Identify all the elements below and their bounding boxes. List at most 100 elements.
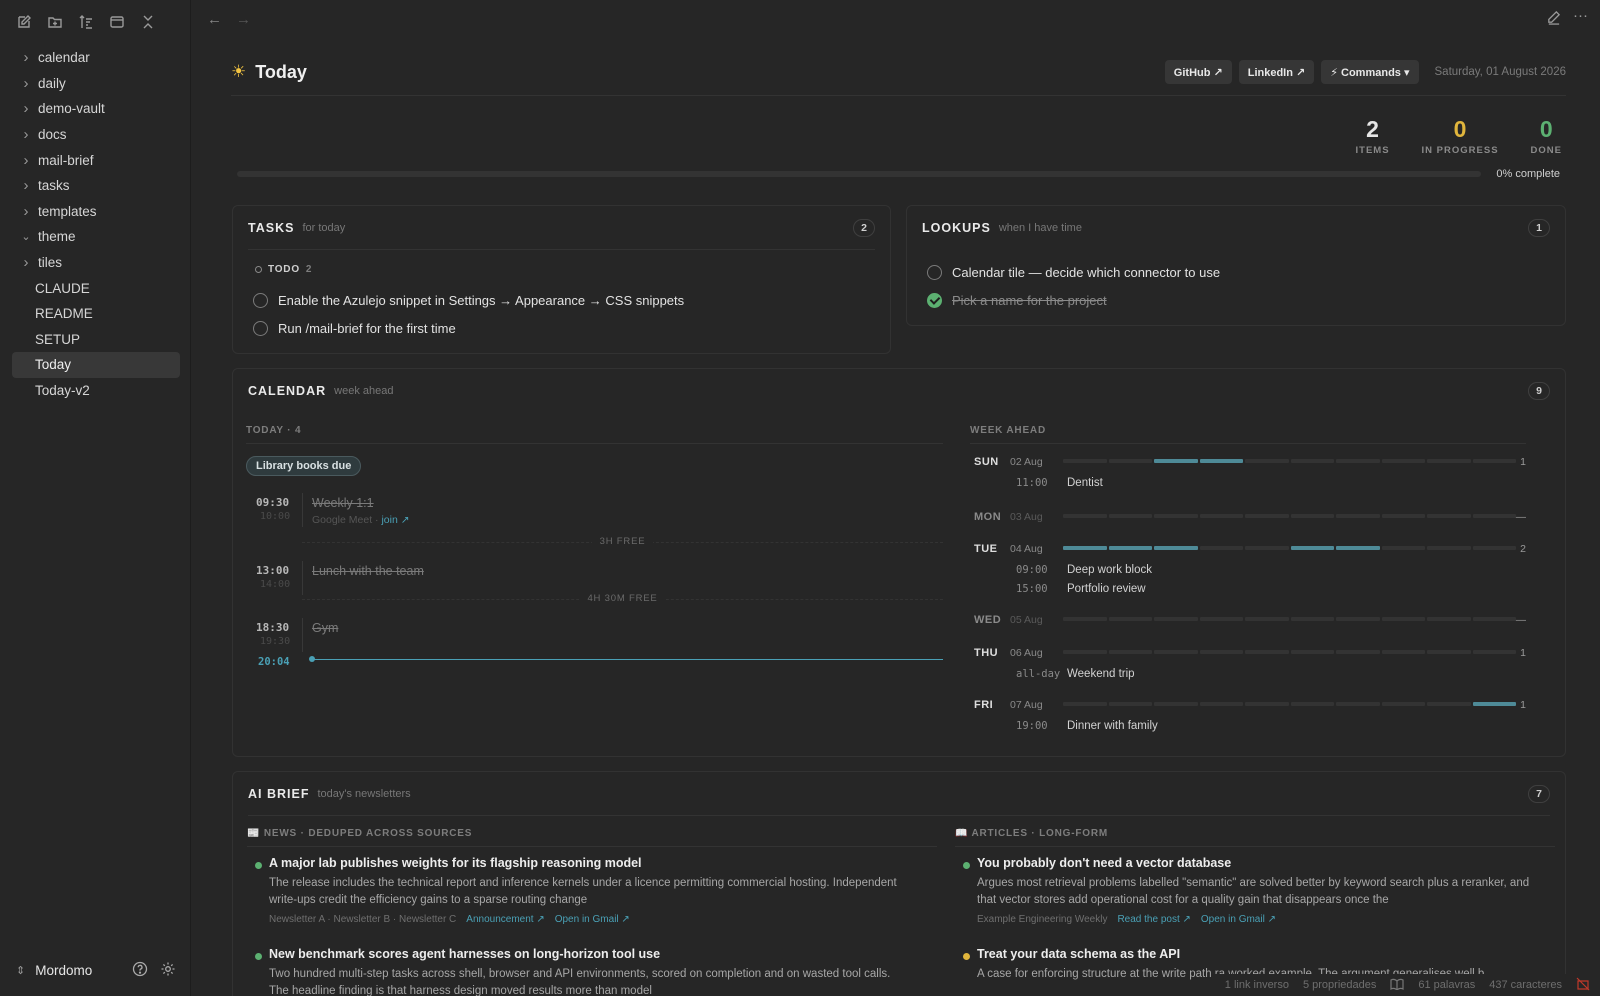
timeline-block [1199, 514, 1243, 518]
card-subtitle: week ahead [334, 385, 394, 397]
todo-circle-icon [255, 266, 262, 273]
articles-label: 📖 ARTICLES · LONG-FORM [955, 828, 1109, 839]
allday-pill[interactable]: Library books due [246, 456, 362, 476]
timeline-block [1108, 617, 1152, 621]
task-item[interactable]: Enable the Azulejo snippet in Settings →… [253, 286, 684, 314]
task-checkbox[interactable] [253, 320, 268, 336]
vault-switcher[interactable]: ⇕ Mordomo [16, 963, 92, 978]
count-badge: 2 [853, 218, 875, 237]
reading-mode-icon[interactable] [1390, 978, 1404, 993]
event-name: Deep work block [1067, 564, 1153, 576]
edit-pencil-icon[interactable] [1546, 10, 1561, 28]
timeline-block [1381, 702, 1425, 706]
news-column: 📰 NEWS · DEDUPED ACROSS SOURCES A major … [247, 828, 937, 996]
timeline-block [1427, 514, 1471, 518]
back-arrow-icon[interactable]: ← [207, 11, 222, 28]
lookup-item[interactable]: Pick a name for the project [927, 286, 1220, 314]
github-button[interactable]: GitHub ↗ [1164, 60, 1232, 84]
task-item[interactable]: Run /mail-brief for the first time [253, 314, 684, 342]
timeline-block [1427, 546, 1471, 550]
timeline-block [1199, 459, 1243, 463]
day-timeline [1063, 514, 1516, 518]
more-options-icon[interactable]: ··· [1573, 8, 1588, 28]
folder-item[interactable]: ⌄ theme [12, 224, 180, 250]
folder-item[interactable]: › tasks [12, 173, 180, 199]
read-post-link[interactable]: Read the post ↗ [1117, 914, 1190, 925]
timeline-block [1245, 702, 1289, 706]
sort-icon[interactable] [76, 12, 96, 32]
now-indicator: 20:04 [258, 653, 943, 668]
card-title: CALENDAR [248, 384, 327, 398]
folder-item[interactable]: › docs [12, 122, 180, 148]
chevron-right-icon: › [23, 100, 29, 118]
folder-item[interactable]: › daily [12, 71, 180, 97]
page-title: Today [255, 61, 307, 82]
tree-item-label: tiles [38, 255, 63, 271]
day-date: 03 Aug [1010, 511, 1043, 523]
timeline-block [1472, 702, 1516, 706]
properties-count[interactable]: 5 propriedades [1303, 979, 1376, 991]
day-name: THU [974, 647, 999, 659]
join-link[interactable]: join ↗ [381, 514, 409, 526]
open-gmail-link[interactable]: Open in Gmail ↗ [555, 914, 630, 925]
timeline-block [1472, 546, 1516, 550]
new-note-icon[interactable] [14, 12, 34, 32]
commands-button[interactable]: ⚡ Commands ▾ [1321, 60, 1419, 84]
lookup-checkbox-checked[interactable] [927, 292, 942, 308]
sun-icon: ☀ [231, 62, 247, 81]
stat-items: 2 ITEMS [1355, 116, 1390, 156]
char-count: 437 caracteres [1489, 979, 1562, 991]
event-name: Dinner with family [1067, 720, 1158, 732]
week-ahead: WEEK AHEAD SUN 02 Aug 1 11:00 Dentist MON 03 A… [970, 425, 1526, 732]
file-item[interactable]: Today [12, 352, 180, 378]
day-name: WED [974, 614, 1002, 626]
timeline-block [1336, 514, 1380, 518]
tree-item-label: README [35, 306, 93, 322]
forward-arrow-icon[interactable]: → [236, 11, 251, 28]
backlinks-count[interactable]: 1 link inverso [1225, 979, 1289, 991]
current-date: Saturday, 01 August 2026 [1434, 66, 1567, 78]
timeline-block [1336, 546, 1380, 550]
timeline-block [1154, 459, 1198, 463]
tree-item-label: daily [38, 75, 66, 91]
chevron-right-icon: › [23, 202, 29, 220]
task-checkbox[interactable] [253, 292, 268, 308]
day-date: 04 Aug [1010, 543, 1043, 555]
open-gmail-link[interactable]: Open in Gmail ↗ [1201, 914, 1276, 925]
timeline-block [1381, 459, 1425, 463]
day-date: 05 Aug [1010, 614, 1043, 626]
folder-item[interactable]: › templates [12, 199, 180, 225]
day-timeline [1063, 702, 1516, 706]
announcement-link[interactable]: Announcement ↗ [466, 914, 544, 925]
lookup-item[interactable]: Calendar tile — decide which connector t… [927, 258, 1220, 286]
sync-status-icon[interactable] [1576, 977, 1590, 994]
chevron-right-icon: › [23, 151, 29, 169]
folder-item[interactable]: › mail-brief [12, 147, 180, 173]
folder-item[interactable]: › demo-vault [12, 96, 180, 122]
file-item[interactable]: README [12, 301, 180, 327]
file-item[interactable]: SETUP [12, 327, 180, 353]
timeline-block [1199, 546, 1243, 550]
new-folder-icon[interactable] [45, 12, 65, 32]
day-count: — [1515, 511, 1527, 523]
folder-item[interactable]: › tiles [12, 250, 180, 276]
today-schedule: TODAY · 4 Library books due 09:30 10:00 … [246, 425, 943, 668]
stat-done: 0 DONE [1530, 116, 1562, 156]
timeline-block [1336, 617, 1380, 621]
timeline-block [1427, 617, 1471, 621]
lookup-checkbox[interactable] [927, 264, 942, 280]
chevron-right-icon: › [23, 74, 29, 92]
file-item[interactable]: Today-v2 [12, 378, 180, 404]
linkedin-button[interactable]: LinkedIn ↗ [1238, 60, 1315, 84]
settings-gear-icon[interactable] [160, 961, 176, 980]
file-item[interactable]: CLAUDE [12, 275, 180, 301]
vault-switch-icon: ⇕ [16, 965, 26, 977]
tree-item-label: Today-v2 [35, 383, 90, 399]
timeline-block [1154, 546, 1198, 550]
folder-item[interactable]: › calendar [12, 45, 180, 71]
collapse-all-icon[interactable] [138, 12, 158, 32]
timeline-block [1290, 650, 1334, 654]
collapse-view-icon[interactable] [107, 12, 127, 32]
help-icon[interactable] [132, 961, 148, 980]
timeline-block [1290, 617, 1334, 621]
